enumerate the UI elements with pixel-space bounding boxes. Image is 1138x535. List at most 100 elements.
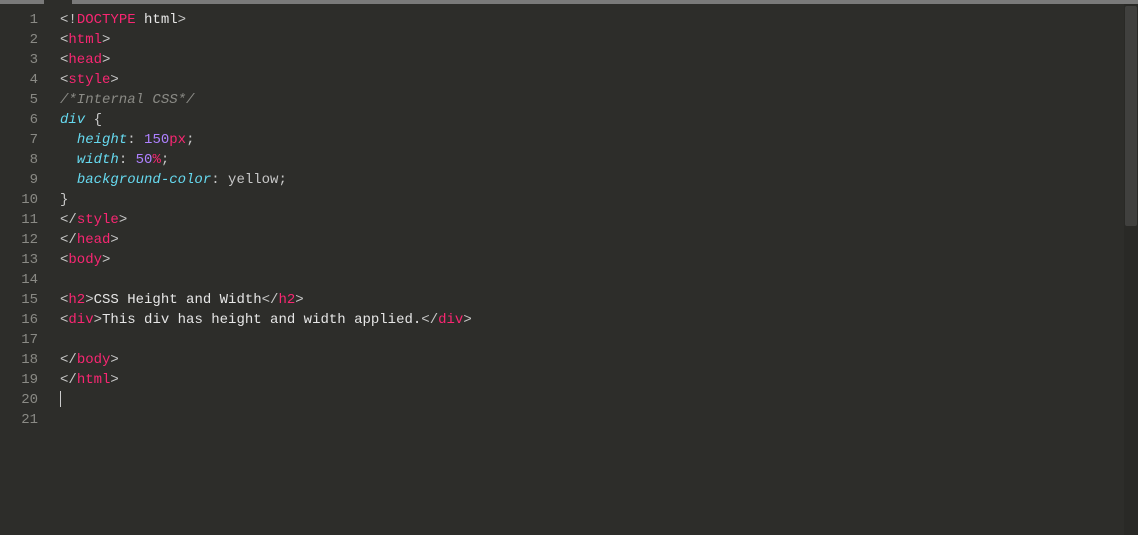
line-number: 14 — [0, 270, 48, 290]
vertical-scrollbar[interactable] — [1124, 4, 1138, 535]
token-p — [60, 132, 77, 148]
line-number: 9 — [0, 170, 48, 190]
token-tg: body — [68, 252, 102, 268]
token-p: > — [85, 292, 93, 308]
token-p — [60, 172, 77, 188]
line-number: 7 — [0, 130, 48, 150]
code-line[interactable]: </head> — [60, 230, 1138, 250]
line-number: 2 — [0, 30, 48, 50]
token-tx: This div has height and width applied. — [102, 312, 421, 328]
token-p: > — [295, 292, 303, 308]
token-p: > — [110, 72, 118, 88]
line-number: 11 — [0, 210, 48, 230]
code-editor[interactable]: 123456789101112131415161718192021 <!DOCT… — [0, 4, 1138, 535]
line-number-gutter: 123456789101112131415161718192021 — [0, 4, 48, 535]
line-number: 6 — [0, 110, 48, 130]
token-tg: DOCTYPE — [77, 12, 136, 28]
token-tg: div — [438, 312, 463, 328]
code-line[interactable] — [60, 390, 1138, 410]
code-line[interactable]: } — [60, 190, 1138, 210]
line-number: 4 — [0, 70, 48, 90]
line-number: 3 — [0, 50, 48, 70]
token-p: : — [211, 172, 228, 188]
token-p — [60, 152, 77, 168]
token-kw: height — [77, 132, 127, 148]
token-tg: head — [77, 232, 111, 248]
token-tg: body — [77, 352, 111, 368]
line-number: 5 — [0, 90, 48, 110]
token-p: > — [110, 372, 118, 388]
token-p: > — [94, 312, 102, 328]
token-p: : — [127, 132, 144, 148]
code-line[interactable]: <html> — [60, 30, 1138, 50]
token-vl: yellow — [228, 172, 278, 188]
token-kw: div — [60, 112, 85, 128]
token-tg: div — [68, 312, 93, 328]
token-p: > — [102, 52, 110, 68]
token-un: % — [152, 152, 160, 168]
token-p: <! — [60, 12, 77, 28]
line-number: 18 — [0, 350, 48, 370]
code-line[interactable]: height: 150px; — [60, 130, 1138, 150]
line-number: 19 — [0, 370, 48, 390]
code-line[interactable]: background-color: yellow; — [60, 170, 1138, 190]
line-number: 12 — [0, 230, 48, 250]
token-p: </ — [60, 212, 77, 228]
token-tg: style — [77, 212, 119, 228]
line-number: 13 — [0, 250, 48, 270]
token-tg: html — [68, 32, 102, 48]
line-number: 1 — [0, 10, 48, 30]
token-p: { — [85, 112, 102, 128]
code-line[interactable]: <style> — [60, 70, 1138, 90]
code-line[interactable]: <!DOCTYPE html> — [60, 10, 1138, 30]
token-p: > — [102, 32, 110, 48]
code-line[interactable]: /*Internal CSS*/ — [60, 90, 1138, 110]
text-cursor — [60, 391, 61, 407]
code-line[interactable]: <div>This div has height and width appli… — [60, 310, 1138, 330]
line-number: 17 — [0, 330, 48, 350]
code-line[interactable] — [60, 410, 1138, 430]
token-nm: 150 — [144, 132, 169, 148]
code-line[interactable]: </html> — [60, 370, 1138, 390]
token-p: </ — [60, 352, 77, 368]
code-line[interactable]: <h2>CSS Height and Width</h2> — [60, 290, 1138, 310]
code-line[interactable]: </style> — [60, 210, 1138, 230]
token-p: > — [178, 12, 186, 28]
token-p: > — [102, 252, 110, 268]
token-p: </ — [262, 292, 279, 308]
scrollbar-thumb[interactable] — [1125, 6, 1137, 226]
code-line[interactable] — [60, 330, 1138, 350]
code-line[interactable]: width: 50%; — [60, 150, 1138, 170]
code-line[interactable] — [60, 270, 1138, 290]
code-line[interactable]: </body> — [60, 350, 1138, 370]
token-p: > — [110, 232, 118, 248]
token-p: </ — [421, 312, 438, 328]
token-p: } — [60, 192, 68, 208]
token-kw: width — [77, 152, 119, 168]
token-tg: h2 — [68, 292, 85, 308]
token-p: > — [110, 352, 118, 368]
code-line[interactable]: <body> — [60, 250, 1138, 270]
line-number: 21 — [0, 410, 48, 430]
token-p: ; — [161, 152, 169, 168]
line-number: 15 — [0, 290, 48, 310]
token-tx: html — [136, 12, 178, 28]
token-p: : — [119, 152, 136, 168]
token-tg: html — [77, 372, 111, 388]
token-p: ; — [278, 172, 286, 188]
code-area[interactable]: <!DOCTYPE html><html><head><style>/*Inte… — [48, 4, 1138, 535]
line-number: 20 — [0, 390, 48, 410]
token-un: px — [169, 132, 186, 148]
token-tg: h2 — [278, 292, 295, 308]
token-nm: 50 — [136, 152, 153, 168]
token-p: > — [463, 312, 471, 328]
line-number: 16 — [0, 310, 48, 330]
token-cm: /*Internal CSS*/ — [60, 92, 194, 108]
code-line[interactable]: <head> — [60, 50, 1138, 70]
token-tg: head — [68, 52, 102, 68]
token-p: ; — [186, 132, 194, 148]
line-number: 10 — [0, 190, 48, 210]
token-tx: CSS Height and Width — [94, 292, 262, 308]
code-line[interactable]: div { — [60, 110, 1138, 130]
token-kw: background-color — [77, 172, 211, 188]
